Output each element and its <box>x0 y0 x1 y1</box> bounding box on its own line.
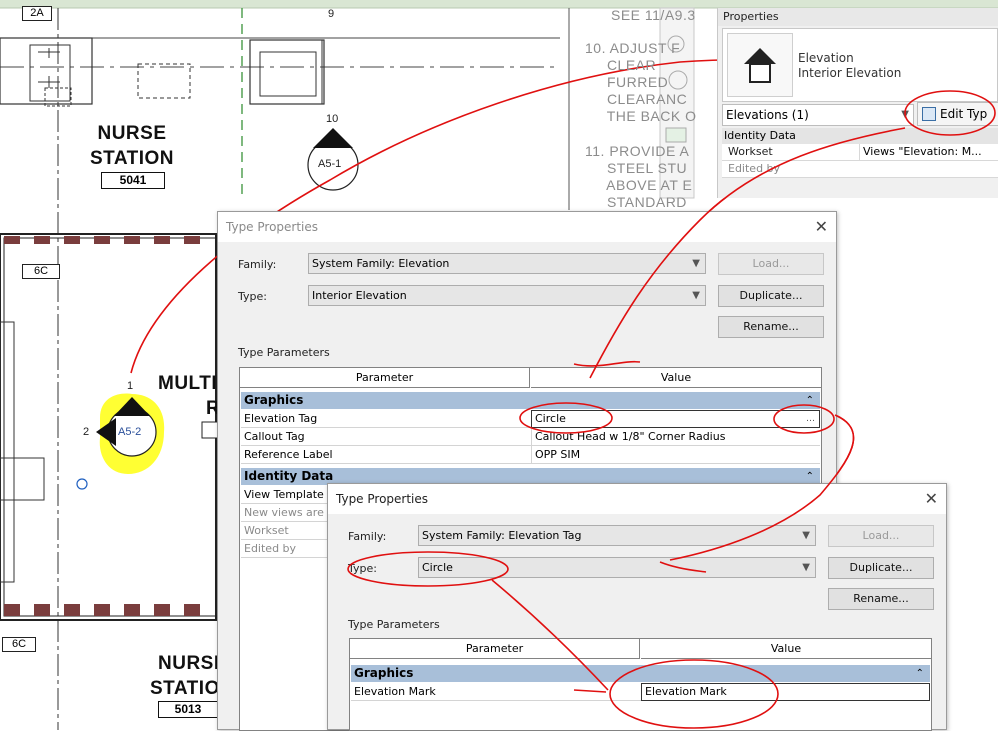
family-label: Family: <box>348 530 387 543</box>
room-number-5013: 5013 <box>158 701 218 718</box>
sheet-note-10: 10. ADJUST F CLEAR FURRED CLEARANC THE B… <box>585 40 697 124</box>
dialog-title: Type Properties <box>328 484 946 514</box>
rename-button[interactable]: Rename... <box>718 316 824 338</box>
ellipsis-icon[interactable]: … <box>806 411 815 427</box>
collapse-icon[interactable]: ⌃ <box>806 392 814 409</box>
properties-palette: Properties Elevation Interior Elevation … <box>717 8 998 198</box>
elevation-sheet-upper: A5-1 <box>318 158 342 170</box>
room-number-5041: 5041 <box>101 172 165 189</box>
type-selector-box[interactable]: Elevation Interior Elevation <box>722 28 998 102</box>
rotate-icon[interactable] <box>76 478 88 490</box>
type-parameters-label: Type Parameters <box>348 618 440 631</box>
parameter-column-header[interactable]: Parameter <box>240 368 530 388</box>
instance-filter-dropdown[interactable]: Elevations (1) ▼ <box>722 104 914 126</box>
elevation-side-number: 2 <box>83 426 90 438</box>
chevron-down-icon: ▼ <box>802 530 810 541</box>
family-label: Family: <box>238 258 277 271</box>
duplicate-button[interactable]: Duplicate... <box>718 285 824 307</box>
value-column-header[interactable]: Value <box>531 368 821 388</box>
collapse-icon[interactable]: ⌃ <box>916 665 924 682</box>
room-name-nurse-station-lower: NURSE STATIO <box>150 653 228 699</box>
load-button[interactable]: Load... <box>718 253 824 275</box>
close-icon[interactable]: ✕ <box>815 218 828 236</box>
elevation-sheet-lower: A5-2 <box>118 426 142 438</box>
type-properties-dialog-elevation-tag: Type Properties ✕ Family: System Family:… <box>327 483 947 731</box>
rename-button[interactable]: Rename... <box>828 588 934 610</box>
type-dropdown[interactable]: Interior Elevation ▼ <box>308 285 706 306</box>
parameter-column-header[interactable]: Parameter <box>350 639 640 659</box>
type-label: Type: <box>238 290 267 303</box>
view-top-strip <box>0 0 998 8</box>
type-name: Elevation Interior Elevation <box>798 51 902 80</box>
graphics-group-header[interactable]: Graphics ⌃ <box>241 392 820 409</box>
grid-tag-2a: 2A <box>22 6 52 21</box>
chevron-down-icon: ▼ <box>692 290 700 301</box>
elevation-type-icon <box>727 33 793 97</box>
property-row-edited-by[interactable]: Edited by <box>722 161 998 178</box>
edit-type-button[interactable]: Edit Typ <box>917 102 998 126</box>
edit-type-icon <box>922 107 936 121</box>
param-row-reference-label[interactable]: Reference Label OPP SIM <box>241 446 820 464</box>
param-row-callout-tag[interactable]: Callout Tag Callout Head w 1/8" Corner R… <box>241 428 820 446</box>
value-column-header[interactable]: Value <box>641 639 931 659</box>
param-row-elevation-tag[interactable]: Elevation Tag Circle … <box>241 410 820 428</box>
elevation-mark-value-field[interactable]: Elevation Mark <box>641 683 930 701</box>
room-name-nurse-station-upper: NURSE STATION <box>89 123 175 169</box>
properties-title: Properties <box>718 8 998 26</box>
elevation-tag-value-field[interactable]: Circle … <box>531 410 820 428</box>
type-parameters-label: Type Parameters <box>238 346 330 359</box>
family-dropdown[interactable]: System Family: Elevation ▼ <box>308 253 706 274</box>
grid-tag-6c-lower: 6C <box>2 637 36 652</box>
grid-number-9: 9 <box>328 8 335 20</box>
elevation-number-lower: 1 <box>127 380 134 392</box>
grid-tag-6c-upper: 6C <box>22 264 60 279</box>
family-dropdown[interactable]: System Family: Elevation Tag ▼ <box>418 525 816 546</box>
type-label: Type: <box>348 562 377 575</box>
duplicate-button[interactable]: Duplicate... <box>828 557 934 579</box>
elevation-number-upper: 10 <box>326 113 339 125</box>
type-dropdown[interactable]: Circle ▼ <box>418 557 816 578</box>
dialog-title: Type Properties <box>218 212 836 242</box>
param-row-elevation-mark[interactable]: Elevation Mark Elevation Mark <box>351 683 930 701</box>
type-parameters-table: Parameter Value Graphics ⌃ Elevation Mark… <box>349 638 932 731</box>
identity-data-group[interactable]: Identity Data <box>722 128 998 144</box>
sheet-note-ref: SEE 11/A9.3 <box>611 7 696 23</box>
chevron-down-icon: ▼ <box>692 258 700 269</box>
load-button[interactable]: Load... <box>828 525 934 547</box>
close-icon[interactable]: ✕ <box>925 490 938 508</box>
chevron-down-icon: ▼ <box>901 109 909 120</box>
sheet-note-11: 11. PROVIDE A STEEL STU ABOVE AT E STAND… <box>585 143 693 210</box>
graphics-group-header[interactable]: Graphics ⌃ <box>351 665 930 682</box>
chevron-down-icon: ▼ <box>802 562 810 573</box>
property-row-workset[interactable]: Workset Views "Elevation: M... <box>722 144 998 161</box>
